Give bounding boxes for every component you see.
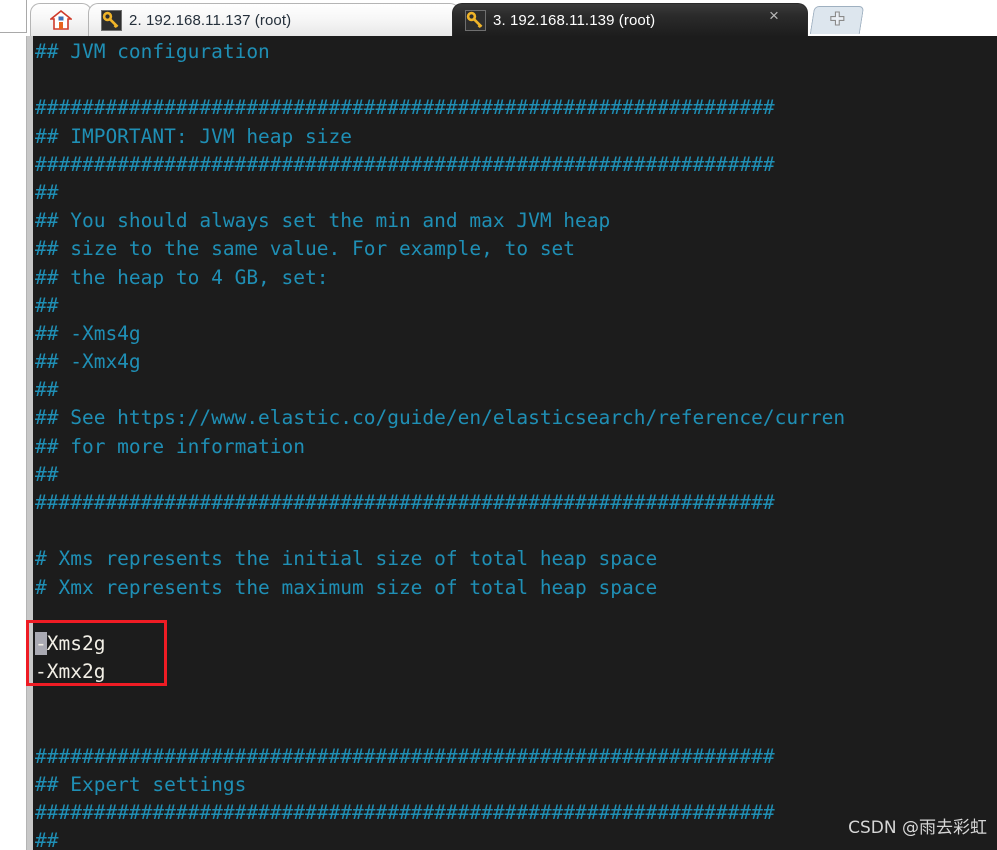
tab-session-3-label: 3. 192.168.11.139 (root) xyxy=(493,11,656,29)
home-icon xyxy=(48,9,74,30)
tab-home[interactable] xyxy=(30,3,92,36)
tab-session-2[interactable]: 2. 192.168.11.137 (root) xyxy=(88,3,460,36)
terminal-line: ########################################… xyxy=(35,152,775,176)
key-icon xyxy=(465,9,486,31)
terminal-line: # Xmx represents the maximum size of tot… xyxy=(35,575,658,599)
terminal-line: ## -Xms4g xyxy=(35,321,141,345)
terminal-cursor: - xyxy=(35,631,47,655)
plus-icon xyxy=(829,10,844,31)
terminal-text: ## JVM configuration ###################… xyxy=(35,38,997,850)
terminal-pane[interactable]: ## JVM configuration ###################… xyxy=(27,34,997,850)
terminal-line: ## the heap to 4 GB, set: xyxy=(35,265,329,289)
app-window: 2. 192.168.11.137 (root) × 3. 192.168.11… xyxy=(0,0,997,850)
terminal-line: ## -Xmx4g xyxy=(35,350,141,374)
terminal-line: ## You should always set the min and max… xyxy=(35,209,611,233)
session-panel-corner xyxy=(0,0,27,33)
terminal-line: ## JVM configuration xyxy=(35,40,270,63)
terminal-line: ## Expert settings xyxy=(35,772,247,796)
terminal-line: ## size to the same value. For example, … xyxy=(35,237,576,261)
terminal-line: # Xms represents the initial size of tot… xyxy=(35,547,658,571)
terminal-line: ## xyxy=(35,180,59,204)
tab-session-3-close-icon[interactable]: × xyxy=(765,7,783,25)
new-tab-button[interactable] xyxy=(809,6,865,34)
terminal-left-gutter xyxy=(27,34,33,850)
terminal-line: ## xyxy=(35,293,59,317)
key-icon xyxy=(101,9,122,31)
terminal-line: ## IMPORTANT: JVM heap size xyxy=(35,124,352,148)
session-sidebar[interactable] xyxy=(0,33,27,850)
terminal-line: ## xyxy=(35,462,59,486)
terminal-line: ########################################… xyxy=(35,491,775,514)
terminal-line: ## for more information xyxy=(35,434,306,458)
terminal-line: ########################################… xyxy=(35,744,775,768)
terminal-line: ## See https://www.elastic.co/guide/en/e… xyxy=(35,406,846,430)
terminal-line: -Xms2g xyxy=(35,631,106,655)
watermark-text: CSDN @雨去彩虹 xyxy=(848,818,987,838)
terminal-line: ## xyxy=(35,378,59,402)
tab-session-2-label: 2. 192.168.11.137 (root) xyxy=(129,11,292,29)
terminal-line: ########################################… xyxy=(35,96,775,120)
tab-bar: 2. 192.168.11.137 (root) × 3. 192.168.11… xyxy=(0,0,997,36)
tab-session-3[interactable]: 3. 192.168.11.139 (root) xyxy=(452,3,808,36)
terminal-line: -Xmx2g xyxy=(35,660,106,684)
